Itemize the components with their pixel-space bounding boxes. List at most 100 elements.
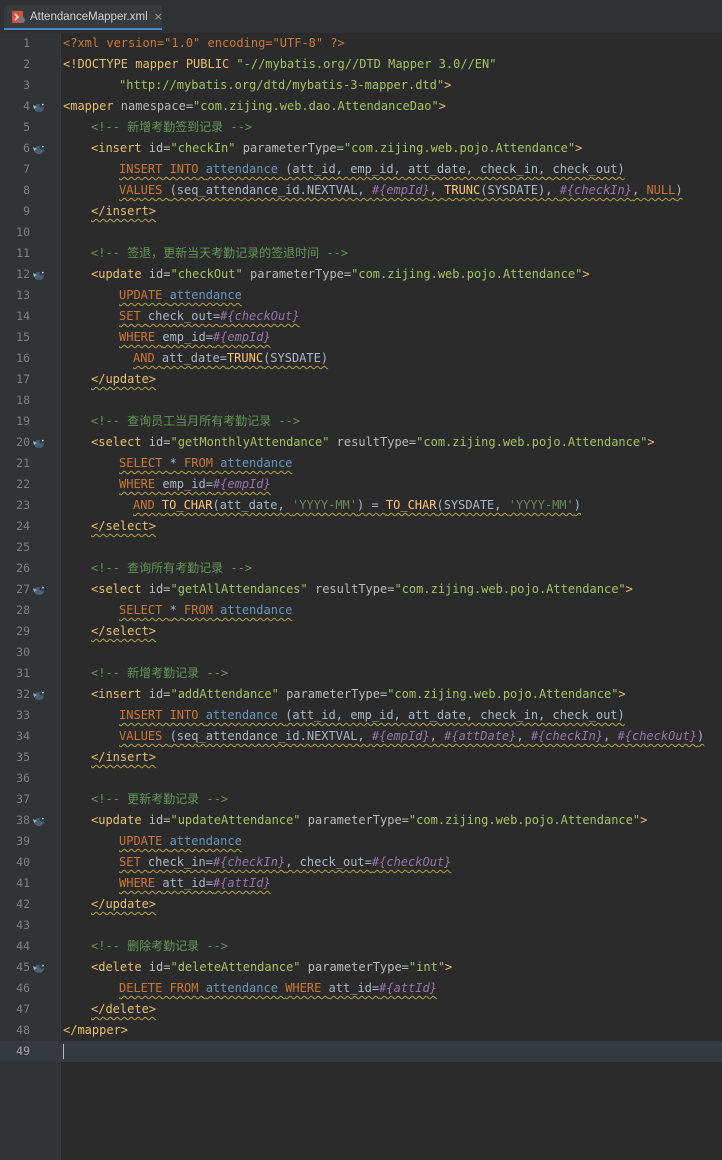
line-number: 25	[16, 540, 30, 554]
code-line[interactable]: 7 INSERT INTO attendance (att_id, emp_id,…	[0, 159, 722, 180]
code-line[interactable]: 34 VALUES (seq_attendance_id.NEXTVAL, #{e…	[0, 726, 722, 747]
code-line[interactable]: 31 <!-- 新增考勤记录 -->	[0, 663, 722, 684]
code-line[interactable]: 40 SET check_in=#{checkIn}, check_out=#{c…	[0, 852, 722, 873]
code-token: >	[647, 435, 655, 449]
mybatis-bird-icon[interactable]	[31, 435, 47, 449]
code-line[interactable]: 38 <update id="updateAttendance" paramete…	[0, 810, 722, 831]
code-line[interactable]: 45 <delete id="deleteAttendance" paramete…	[0, 957, 722, 978]
code-token: #{checkOut}	[617, 729, 698, 743]
code-token: "com.zijing.web.dao.AttendanceDao"	[193, 99, 439, 113]
code-token: parameterType=	[307, 960, 409, 974]
code-line[interactable]: 44 <!-- 删除考勤记录 -->	[0, 936, 722, 957]
code-line[interactable]: 26 <!-- 查询所有考勤记录 -->	[0, 558, 722, 579]
line-number: 5	[23, 120, 30, 134]
code-line[interactable]: 48 </mapper>	[0, 1020, 722, 1041]
code-token: TRUNC	[444, 183, 481, 197]
code-text: <!-- 删除考勤记录 -->	[63, 936, 228, 957]
code-line[interactable]: 5 <!-- 新增考勤签到记录 -->	[0, 117, 722, 138]
code-line[interactable]: 22 WHERE emp_id=#{empId}	[0, 474, 722, 495]
code-line[interactable]: 27 <select id="getAllAttendances" resultT…	[0, 579, 722, 600]
code-line[interactable]: 3 "http://mybatis.org/dtd/mybatis-3-mappe…	[0, 75, 722, 96]
code-token: (att_date,	[212, 498, 292, 512]
line-number: 2	[23, 57, 30, 71]
code-line[interactable]: 8 VALUES (seq_attendance_id.NEXTVAL, #{em…	[0, 180, 722, 201]
code-text: SELECT * FROM attendance	[63, 453, 292, 474]
code-text: INSERT INTO attendance (att_id, emp_id, …	[63, 705, 625, 726]
code-token: <select	[91, 582, 149, 596]
code-line[interactable]: 17 </update>	[0, 369, 722, 390]
code-text: <update id="updateAttendance" parameterT…	[63, 810, 647, 831]
code-line[interactable]: 10	[0, 222, 722, 243]
code-token: namespace=	[120, 99, 194, 113]
code-line[interactable]: 49	[0, 1041, 722, 1062]
mybatis-bird-icon[interactable]	[31, 267, 47, 281]
code-line[interactable]: 24 </select>	[0, 516, 722, 537]
code-line[interactable]: 33 INSERT INTO attendance (att_id, emp_id…	[0, 705, 722, 726]
code-text: DELETE FROM attendance WHERE att_id=#{at…	[63, 978, 437, 999]
code-line[interactable]: 2 <!DOCTYPE mapper PUBLIC "-//mybatis.org…	[0, 54, 722, 75]
code-line[interactable]: 6 <insert id="checkIn" parameterType="com…	[0, 138, 722, 159]
code-line[interactable]: 11 <!-- 签退，更新当天考勤记录的签退时间 -->	[0, 243, 722, 264]
code-line[interactable]: 14 SET check_out=#{checkOut}	[0, 306, 722, 327]
mybatis-bird-icon[interactable]	[31, 813, 47, 827]
code-line[interactable]: 35 </insert>	[0, 747, 722, 768]
close-icon[interactable]: ×	[154, 10, 163, 23]
line-number: 31	[16, 666, 30, 680]
code-line[interactable]: 20 <select id="getMonthlyAttendance" resu…	[0, 432, 722, 453]
code-line[interactable]: 21 SELECT * FROM attendance	[0, 453, 722, 474]
code-token: WHERE	[119, 876, 163, 890]
code-token: <!-- 查询员工当月所有考勤记录 -->	[91, 414, 301, 428]
code-text: </select>	[63, 621, 156, 642]
code-token: VALUES	[119, 183, 170, 197]
code-line[interactable]: 25	[0, 537, 722, 558]
code-line[interactable]: 32 <insert id="addAttendance" parameterTy…	[0, 684, 722, 705]
code-line[interactable]: 23 AND TO_CHAR(att_date, 'YYYY-MM') = TO_…	[0, 495, 722, 516]
code-line[interactable]: 1 <?xml version="1.0" encoding="UTF-8" ?>	[0, 33, 722, 54]
code-text: <select id="getMonthlyAttendance" result…	[63, 432, 655, 453]
code-line[interactable]: 46 DELETE FROM attendance WHERE att_id=#{…	[0, 978, 722, 999]
code-token: "com.zijing.web.pojo.Attendance"	[416, 435, 648, 449]
code-token: <insert	[91, 687, 149, 701]
code-line[interactable]: 41 WHERE att_id=#{attId}	[0, 873, 722, 894]
code-line[interactable]: 29 </select>	[0, 621, 722, 642]
mybatis-bird-icon[interactable]	[31, 99, 47, 113]
code-line[interactable]: 47 </delete>	[0, 999, 722, 1020]
line-number: 27	[16, 582, 30, 596]
line-number: 38	[16, 813, 30, 827]
code-line[interactable]: 43	[0, 915, 722, 936]
code-line[interactable]: 16 AND att_date=TRUNC(SYSDATE)	[0, 348, 722, 369]
file-tab[interactable]: AttendanceMapper.xml ×	[4, 5, 163, 30]
mybatis-bird-icon[interactable]	[31, 582, 47, 596]
mybatis-bird-icon[interactable]	[31, 960, 47, 974]
code-line[interactable]: 30	[0, 642, 722, 663]
code-token: WHERE	[119, 477, 163, 491]
code-line[interactable]: 28 SELECT * FROM attendance	[0, 600, 722, 621]
mybatis-bird-icon[interactable]	[31, 687, 47, 701]
code-line[interactable]: 13 UPDATE attendance	[0, 285, 722, 306]
code-token: att_id=	[328, 981, 380, 995]
code-line[interactable]: 19 <!-- 查询员工当月所有考勤记录 -->	[0, 411, 722, 432]
line-number: 15	[16, 330, 30, 344]
code-token: 'YYYY-MM'	[291, 498, 357, 512]
code-token: attendance	[205, 708, 286, 722]
line-number: 19	[16, 414, 30, 428]
code-line[interactable]: 12 <update id="checkOut" parameterType="c…	[0, 264, 722, 285]
code-line[interactable]: 18	[0, 390, 722, 411]
code-text: "http://mybatis.org/dtd/mybatis-3-mapper…	[63, 75, 451, 96]
code-line[interactable]: 36	[0, 768, 722, 789]
code-token: "getMonthlyAttendance"	[170, 435, 337, 449]
mybatis-bird-icon[interactable]	[31, 141, 47, 155]
code-token: TRUNC	[226, 351, 264, 365]
code-token: )	[697, 729, 705, 743]
code-token: resultType=	[336, 435, 417, 449]
text-cursor	[63, 1044, 64, 1059]
code-line[interactable]: 15 WHERE emp_id=#{empId}	[0, 327, 722, 348]
code-token: "com.zijing.web.pojo.Attendance"	[387, 687, 619, 701]
code-line[interactable]: 37 <!-- 更新考勤记录 -->	[0, 789, 722, 810]
code-line[interactable]: 39 UPDATE attendance	[0, 831, 722, 852]
code-line[interactable]: 9 </insert>	[0, 201, 722, 222]
code-token: ,	[631, 183, 647, 197]
code-line[interactable]: 42 </update>	[0, 894, 722, 915]
code-line[interactable]: 4 <mapper namespace="com.zijing.web.dao.A…	[0, 96, 722, 117]
code-text: VALUES (seq_attendance_id.NEXTVAL, #{emp…	[63, 726, 704, 747]
